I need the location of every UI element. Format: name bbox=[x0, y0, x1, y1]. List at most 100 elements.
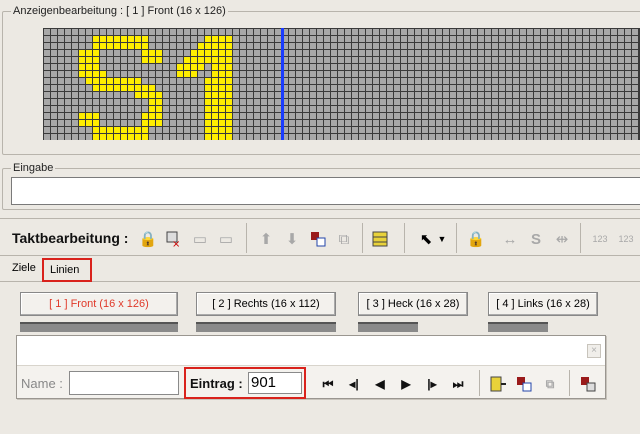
expand-icon[interactable]: ↔ bbox=[498, 227, 522, 251]
led-pixel bbox=[555, 29, 561, 35]
led-pixel bbox=[380, 120, 386, 126]
led-pixel bbox=[345, 134, 351, 140]
led-pixel bbox=[394, 92, 400, 98]
led-pixel bbox=[492, 29, 498, 35]
led-pixel bbox=[457, 50, 463, 56]
last-entry-icon[interactable]: ⏭ bbox=[447, 373, 469, 395]
toolbar-label: Taktbearbeitung : bbox=[12, 230, 129, 246]
led-pixel bbox=[65, 106, 71, 112]
arrow-up-icon[interactable]: ⬆ bbox=[254, 227, 278, 251]
led-pixel bbox=[93, 134, 99, 140]
led-pixel bbox=[562, 120, 568, 126]
led-pixel bbox=[114, 36, 120, 42]
led-pixel bbox=[422, 127, 428, 133]
led-pixel bbox=[464, 134, 470, 140]
led-pixel bbox=[149, 29, 155, 35]
eintrag-input[interactable]: 901 bbox=[248, 372, 302, 394]
select-tool-icon[interactable]: ⬉ bbox=[414, 227, 438, 251]
display-rechts-button[interactable]: [ 2 ] Rechts (16 x 112) bbox=[196, 292, 336, 316]
led-pixel bbox=[121, 106, 127, 112]
led-pixel bbox=[268, 120, 274, 126]
delete-icon[interactable]: × bbox=[162, 227, 186, 251]
led-pixel bbox=[44, 71, 50, 77]
led-pixel bbox=[114, 43, 120, 49]
tab-linien[interactable]: Linien bbox=[42, 258, 92, 282]
led-pixel bbox=[380, 127, 386, 133]
led-pixel bbox=[44, 92, 50, 98]
led-pixel bbox=[415, 78, 421, 84]
led-pixel bbox=[492, 50, 498, 56]
copy-icon[interactable]: ⧉ bbox=[539, 373, 561, 395]
led-pixel bbox=[597, 78, 603, 84]
led-pixel bbox=[128, 99, 134, 105]
prev-entry-icon[interactable]: ◀ bbox=[369, 373, 391, 395]
led-pixel bbox=[576, 29, 582, 35]
led-pixel bbox=[184, 43, 190, 49]
display-heck-button[interactable]: [ 3 ] Heck (16 x 28) bbox=[358, 292, 468, 316]
led-pixel bbox=[44, 57, 50, 63]
led-pixel bbox=[534, 127, 540, 133]
led-pixel bbox=[380, 85, 386, 91]
led-pixel bbox=[506, 113, 512, 119]
led-pixel bbox=[429, 127, 435, 133]
led-pixel bbox=[450, 106, 456, 112]
led-pixel bbox=[513, 43, 519, 49]
compress-icon[interactable]: ⇹ bbox=[550, 227, 574, 251]
led-pixel bbox=[212, 50, 218, 56]
dropdown-icon[interactable]: ▼ bbox=[436, 227, 448, 251]
arrow-down-icon[interactable]: ⬇ bbox=[280, 227, 304, 251]
led-pixel bbox=[331, 64, 337, 70]
led-pixel bbox=[128, 106, 134, 112]
led-pixel bbox=[359, 99, 365, 105]
led-pixel bbox=[429, 113, 435, 119]
led-pixel bbox=[499, 29, 505, 35]
led-pixel bbox=[233, 64, 239, 70]
name-input[interactable] bbox=[69, 371, 179, 395]
numbers-down-icon[interactable]: 123 bbox=[614, 227, 638, 251]
led-pixel bbox=[170, 134, 176, 140]
led-pixel bbox=[142, 92, 148, 98]
led-pixel bbox=[331, 29, 337, 35]
led-pixel bbox=[394, 57, 400, 63]
s-icon[interactable]: S bbox=[524, 227, 548, 251]
led-pixel bbox=[149, 106, 155, 112]
display-front-button[interactable]: [ 1 ] Front (16 x 126) bbox=[20, 292, 178, 316]
lock-icon[interactable]: 🔒 bbox=[136, 227, 160, 251]
led-pixel bbox=[135, 127, 141, 133]
database-icon[interactable] bbox=[368, 227, 392, 251]
close-icon[interactable]: × bbox=[587, 344, 601, 358]
next-entry-icon[interactable]: ▶ bbox=[395, 373, 417, 395]
led-pixel bbox=[513, 78, 519, 84]
led-pixel bbox=[338, 113, 344, 119]
led-pixel bbox=[590, 57, 596, 63]
next-step-icon[interactable]: |▸ bbox=[421, 373, 443, 395]
paste-icon[interactable] bbox=[513, 373, 535, 395]
tab-ziele[interactable]: Ziele bbox=[6, 260, 42, 280]
led-pixel bbox=[590, 36, 596, 42]
move-right-icon[interactable]: ▭ bbox=[214, 227, 238, 251]
led-pixel bbox=[247, 113, 253, 119]
led-pixel bbox=[205, 113, 211, 119]
led-cursor bbox=[281, 28, 284, 140]
lock-disabled-icon[interactable]: 🔒 bbox=[464, 227, 488, 251]
led-matrix[interactable] bbox=[43, 28, 640, 140]
numbers-up-icon[interactable]: 123 bbox=[588, 227, 612, 251]
led-pixel bbox=[275, 78, 281, 84]
display-links-button[interactable]: [ 4 ] Links (16 x 28) bbox=[488, 292, 598, 316]
prev-step-icon[interactable]: ◂| bbox=[343, 373, 365, 395]
led-pixel bbox=[289, 120, 295, 126]
text-input-field[interactable] bbox=[11, 177, 640, 205]
delete-entry-icon[interactable] bbox=[577, 373, 599, 395]
led-pixel bbox=[296, 57, 302, 63]
led-pixel bbox=[576, 57, 582, 63]
paste-icon[interactable] bbox=[306, 227, 330, 251]
panel-title-bar[interactable]: × bbox=[17, 336, 605, 366]
database-arrow-icon[interactable] bbox=[487, 373, 509, 395]
led-pixel bbox=[331, 36, 337, 42]
led-pixel bbox=[436, 113, 442, 119]
first-entry-icon[interactable]: ⏮ bbox=[317, 373, 339, 395]
copy-icon[interactable]: ⧉ bbox=[332, 227, 356, 251]
move-left-icon[interactable]: ▭ bbox=[188, 227, 212, 251]
led-pixel bbox=[121, 43, 127, 49]
led-pixel bbox=[149, 134, 155, 140]
